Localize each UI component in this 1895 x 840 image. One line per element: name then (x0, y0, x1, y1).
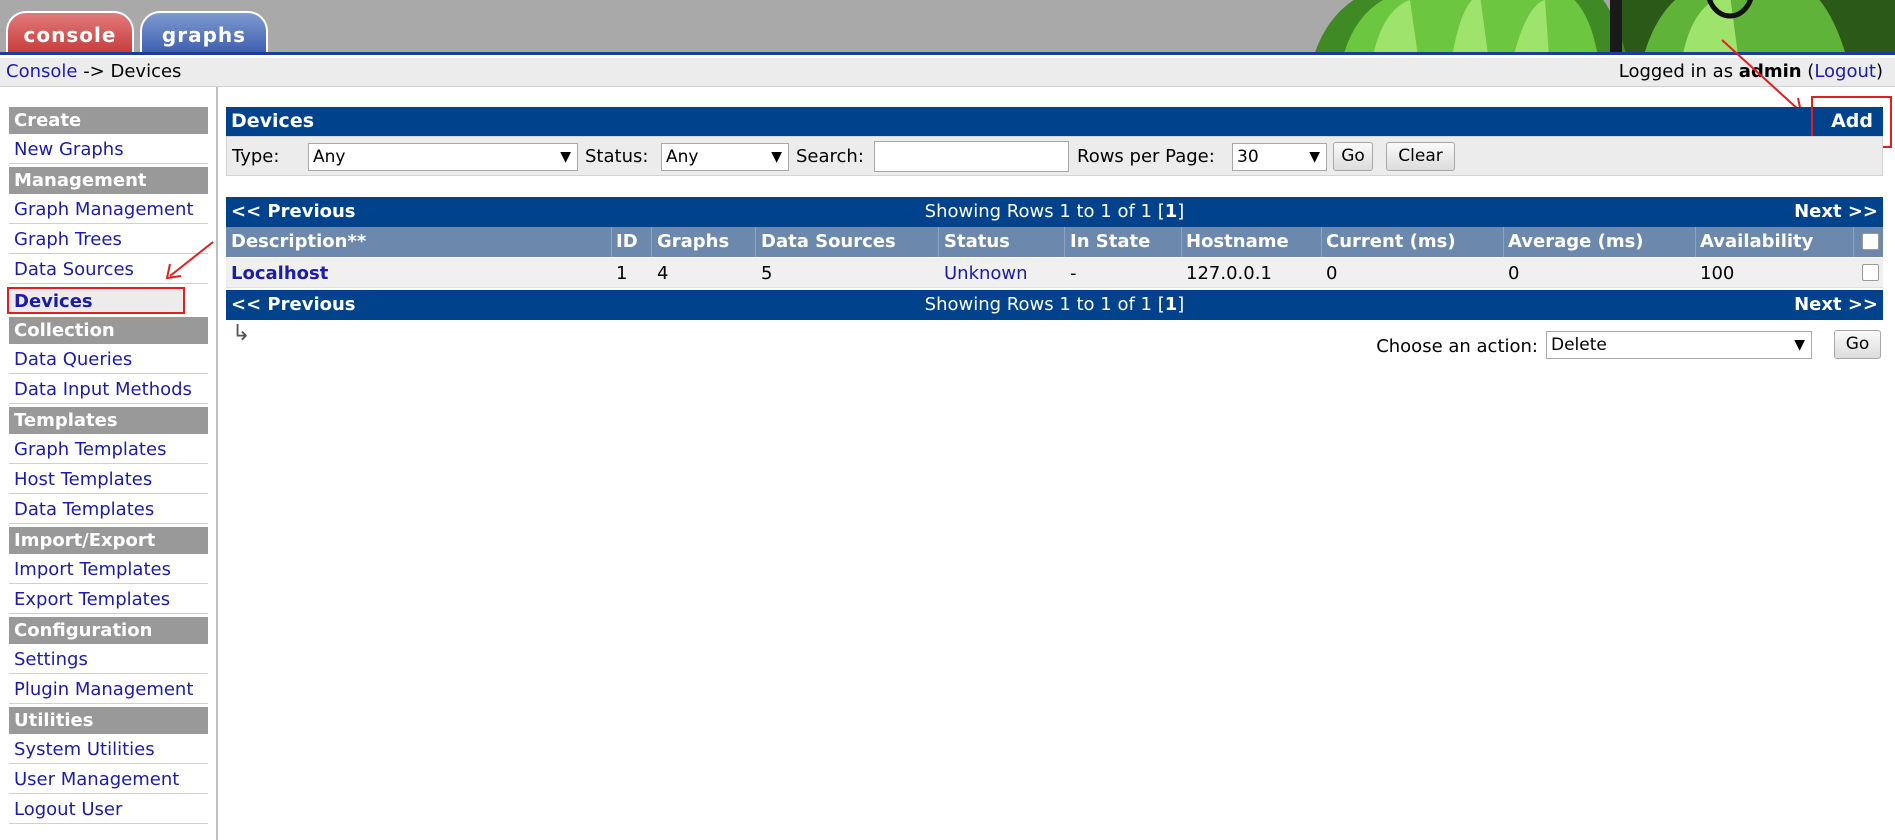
device-average-ms: 0 (1508, 263, 1520, 284)
status-select-value: Any (666, 147, 699, 167)
type-select-value: Any (313, 147, 346, 167)
chevron-down-icon: ▼ (1794, 337, 1805, 353)
user-info: Logged in as admin (Logout) (1619, 61, 1883, 82)
table-header-row: Description** ID Graphs Data Sources Sta… (226, 227, 1883, 257)
select-all-checkbox[interactable] (1862, 233, 1879, 250)
paren-close: ) (1875, 61, 1883, 82)
device-availability: 100 (1700, 263, 1735, 284)
next-page-link[interactable]: Next >> (1794, 294, 1878, 315)
paren-open: ( (1801, 61, 1815, 82)
chevron-down-icon: ▼ (771, 149, 782, 165)
column-header-in-state[interactable]: In State (1070, 231, 1150, 252)
sidebar-item-graph-trees[interactable]: Graph Trees (9, 227, 208, 254)
column-header-data-sources[interactable]: Data Sources (761, 231, 896, 252)
logout-link[interactable]: Logout (1814, 61, 1876, 82)
tab-console[interactable]: console (6, 11, 134, 52)
search-input[interactable] (874, 141, 1069, 172)
pagination-bar-bottom: << Previous Showing Rows 1 to 1 of 1 [1]… (226, 290, 1883, 320)
breadcrumb-console-link[interactable]: Console (6, 61, 77, 82)
devices-header-bar: Devices Add (226, 107, 1883, 136)
device-status: Unknown (944, 263, 1028, 284)
column-header-average-ms[interactable]: Average (ms) (1508, 231, 1644, 252)
action-select[interactable]: Delete ▼ (1546, 331, 1812, 359)
column-header-graphs[interactable]: Graphs (657, 231, 729, 252)
top-banner: console graphs (0, 0, 1895, 55)
device-in-state: - (1070, 263, 1077, 284)
breadcrumb-bar: Console -> Devices Logged in as admin (L… (0, 58, 1895, 87)
showing-rows-text: Showing Rows 1 to 1 of 1 [1] (924, 201, 1185, 222)
device-hostname: 127.0.0.1 (1186, 263, 1272, 284)
sidebar-item-plugin-management[interactable]: Plugin Management (9, 677, 208, 704)
clear-button[interactable]: Clear (1386, 142, 1455, 171)
sidebar-item-data-input-methods[interactable]: Data Input Methods (9, 377, 208, 404)
device-description-link[interactable]: Localhost (231, 263, 328, 284)
sidebar-item-import-templates[interactable]: Import Templates (9, 557, 208, 584)
device-data-sources: 5 (761, 263, 773, 284)
return-arrow-icon: ↳ (232, 321, 251, 346)
filter-bar: Type: Any ▼ Status: Any ▼ Search: Rows p… (226, 136, 1883, 176)
chevron-down-icon: ▼ (560, 149, 571, 165)
showing-rows-text: Showing Rows 1 to 1 of 1 [1] (924, 294, 1185, 315)
device-id: 1 (616, 263, 628, 284)
sidebar-item-settings[interactable]: Settings (9, 647, 208, 674)
menu-heading-management: Management (9, 167, 208, 194)
action-select-value: Delete (1551, 335, 1607, 355)
search-label: Search: (796, 146, 864, 167)
row-select-checkbox[interactable] (1862, 264, 1879, 281)
choose-action-label: Choose an action: (1376, 336, 1538, 357)
go-button[interactable]: Go (1333, 142, 1373, 171)
column-header-status[interactable]: Status (944, 231, 1010, 252)
sidebar-menu: Create New Graphs Management Graph Manag… (0, 87, 218, 840)
column-header-id[interactable]: ID (616, 231, 638, 252)
rows-per-page-label: Rows per Page: (1077, 146, 1215, 167)
sidebar-item-data-sources[interactable]: Data Sources (9, 257, 208, 284)
type-select[interactable]: Any ▼ (308, 143, 578, 171)
logged-in-label: Logged in as (1618, 61, 1739, 82)
breadcrumb-separator: -> (77, 61, 111, 82)
rows-per-page-select[interactable]: 30 ▼ (1232, 143, 1327, 171)
action-bar: ↳ Choose an action: Delete ▼ Go (226, 321, 1883, 365)
chevron-down-icon: ▼ (1309, 149, 1320, 165)
breadcrumb-current: Devices (110, 61, 182, 82)
breadcrumb: Console -> Devices (6, 61, 181, 82)
column-header-hostname[interactable]: Hostname (1186, 231, 1289, 252)
type-label: Type: (232, 146, 280, 167)
table-row: Localhost 1 4 5 Unknown - 127.0.0.1 0 0 … (226, 258, 1883, 288)
action-go-button[interactable]: Go (1834, 330, 1881, 359)
sidebar-item-devices[interactable]: Devices (7, 287, 185, 314)
sidebar-item-new-graphs[interactable]: New Graphs (9, 137, 208, 164)
sidebar-item-logout-user[interactable]: Logout User (9, 797, 208, 824)
menu-heading-collection-methods: Collection Methods (9, 317, 208, 368)
sidebar-item-data-queries[interactable]: Data Queries (9, 347, 208, 374)
device-current-ms: 0 (1326, 263, 1338, 284)
sidebar-item-data-templates[interactable]: Data Templates (9, 497, 208, 524)
menu-heading-configuration: Configuration (9, 617, 208, 644)
column-header-description[interactable]: Description** (231, 231, 366, 252)
sidebar-item-user-management[interactable]: User Management (9, 767, 208, 794)
sidebar-item-graph-templates[interactable]: Graph Templates (9, 437, 208, 464)
username: admin (1738, 61, 1802, 82)
sidebar-item-system-utilities[interactable]: System Utilities (9, 737, 208, 764)
tab-graphs[interactable]: graphs (140, 11, 268, 52)
sidebar-item-graph-management[interactable]: Graph Management (9, 197, 208, 224)
status-label: Status: (585, 146, 649, 167)
cactus-logo-image (1310, 0, 1895, 52)
menu-heading-templates: Templates (9, 407, 208, 434)
devices-title: Devices (231, 110, 315, 132)
pagination-bar-top: << Previous Showing Rows 1 to 1 of 1 [1]… (226, 197, 1883, 227)
column-header-current-ms[interactable]: Current (ms) (1326, 231, 1456, 252)
device-graphs: 4 (657, 263, 669, 284)
menu-heading-import-export: Import/Export (9, 527, 208, 554)
menu-heading-utilities: Utilities (9, 707, 208, 734)
sidebar-item-host-templates[interactable]: Host Templates (9, 467, 208, 494)
rows-per-page-value: 30 (1237, 147, 1259, 167)
sidebar-item-export-templates[interactable]: Export Templates (9, 587, 208, 614)
next-page-link[interactable]: Next >> (1794, 201, 1878, 222)
menu-heading-create: Create (9, 107, 208, 134)
status-select[interactable]: Any ▼ (661, 143, 789, 171)
column-header-availability[interactable]: Availability (1700, 231, 1813, 252)
